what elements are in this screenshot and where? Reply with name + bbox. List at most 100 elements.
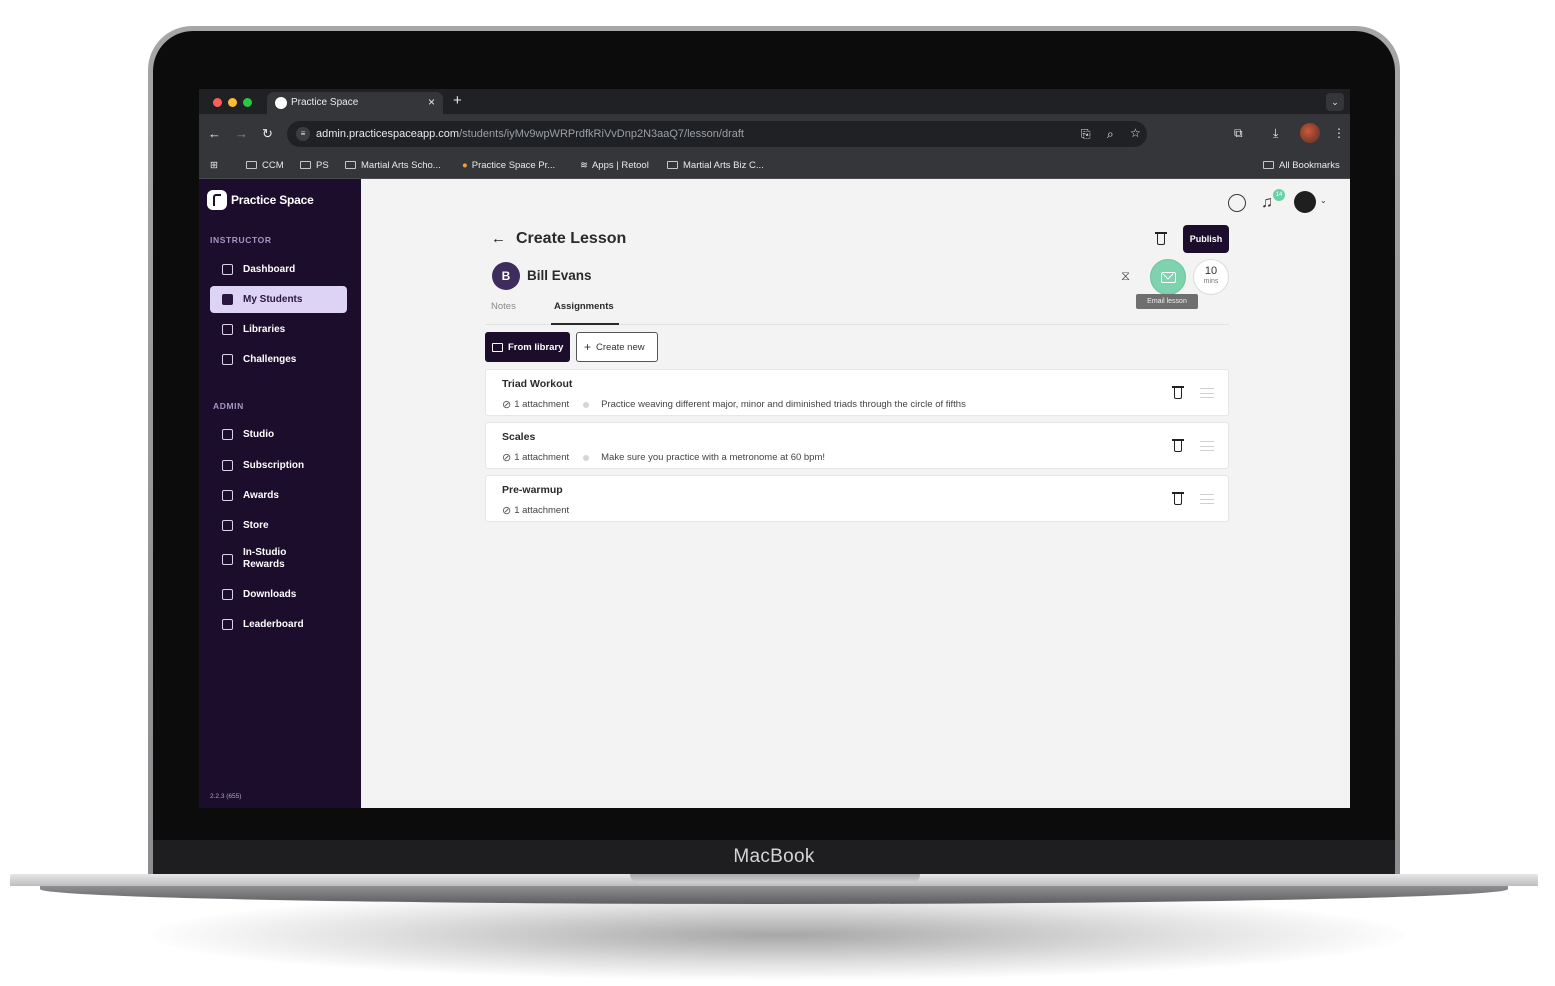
app: Practice Space INSTRUCTOR Dashboard My S… bbox=[199, 179, 1350, 808]
assignment-title: Scales bbox=[502, 431, 536, 443]
create-new-button[interactable]: + Create new bbox=[576, 332, 658, 362]
rewards-icon bbox=[222, 553, 233, 565]
sidebar-item-my-students[interactable]: My Students bbox=[210, 286, 347, 313]
assignment-meta: ⊘ 1 attachment Practice weaving differen… bbox=[502, 398, 966, 411]
tab-title: Practice Space bbox=[291, 97, 359, 108]
bookmark-star-icon[interactable]: ☆ bbox=[1130, 126, 1141, 140]
chevron-down-icon[interactable]: ⌄ bbox=[1320, 196, 1327, 205]
from-library-button[interactable]: From library bbox=[485, 332, 570, 362]
browser-tab-strip: Practice Space × + ⌄ bbox=[199, 89, 1350, 114]
folder-icon bbox=[667, 161, 678, 169]
trophy-icon bbox=[222, 490, 233, 501]
delete-assignment-icon[interactable] bbox=[1172, 491, 1184, 510]
downloads-icon bbox=[222, 589, 233, 600]
active-tab-indicator bbox=[551, 323, 619, 325]
sidebar-item-leaderboard[interactable]: Leaderboard bbox=[210, 611, 347, 638]
bookmark-martial-arts-school[interactable]: Martial Arts Scho... bbox=[345, 160, 441, 171]
screen: Practice Space × + ⌄ ← → ↻ ≡ admin.pract… bbox=[199, 89, 1350, 808]
drag-handle-icon[interactable] bbox=[1200, 494, 1214, 504]
attachment-count: 1 attachment bbox=[514, 399, 570, 410]
tab-notes[interactable]: Notes bbox=[491, 301, 516, 312]
delete-lesson-icon[interactable] bbox=[1155, 231, 1167, 250]
bookmark-practice-space[interactable]: ● Practice Space Pr... bbox=[462, 160, 555, 171]
attachment-count: 1 attachment bbox=[514, 452, 570, 463]
sidebar-item-libraries[interactable]: Libraries bbox=[210, 316, 347, 343]
subscription-icon bbox=[222, 460, 233, 471]
separator-dot bbox=[583, 454, 590, 461]
maximize-window-dot[interactable] bbox=[243, 98, 252, 107]
stage: MacBook Practice Space × + ⌄ ← → ↻ ≡ adm… bbox=[0, 0, 1555, 986]
sidebar-item-dashboard[interactable]: Dashboard bbox=[210, 256, 347, 283]
minimize-window-dot[interactable] bbox=[228, 98, 237, 107]
drag-handle-icon[interactable] bbox=[1200, 441, 1214, 451]
brand-name: Practice Space bbox=[231, 193, 314, 207]
tab-close-icon[interactable]: × bbox=[428, 95, 435, 109]
students-icon bbox=[222, 294, 233, 305]
site-settings-icon[interactable]: ≡ bbox=[296, 127, 310, 141]
reload-icon[interactable]: ↻ bbox=[262, 126, 273, 142]
back-nav-icon[interactable]: ← bbox=[208, 126, 221, 141]
assignment-card[interactable]: Triad Workout ⊘ 1 attachment Practice we… bbox=[485, 369, 1229, 416]
folder-icon bbox=[246, 161, 257, 169]
bookmark-apps-retool[interactable]: ≋ Apps | Retool bbox=[580, 160, 649, 171]
assignment-card[interactable]: Scales ⊘ 1 attachment Make sure you prac… bbox=[485, 422, 1229, 469]
address-bar[interactable]: ≡ admin.practicespaceapp.com/students/iy… bbox=[287, 121, 1147, 147]
bookmark-ccm[interactable]: CCM bbox=[246, 160, 284, 171]
sidebar-item-downloads[interactable]: Downloads bbox=[210, 581, 347, 608]
chat-icon[interactable] bbox=[1228, 194, 1246, 212]
delete-assignment-icon[interactable] bbox=[1172, 385, 1184, 404]
download-icon[interactable]: ⤓ bbox=[1273, 126, 1278, 141]
macbook-label: MacBook bbox=[733, 846, 815, 867]
assignment-card[interactable]: Pre-warmup ⊘ 1 attachment bbox=[485, 475, 1229, 522]
browser-menu-icon[interactable]: ⋮ bbox=[1333, 126, 1345, 140]
app-version: 2.2.3 (655) bbox=[210, 793, 242, 800]
profile-avatar[interactable] bbox=[1300, 123, 1320, 143]
install-app-icon[interactable]: ⎘ bbox=[1081, 127, 1091, 142]
sidebar-item-subscription[interactable]: Subscription bbox=[210, 452, 347, 479]
folder-icon bbox=[300, 161, 311, 169]
attachment-count: 1 attachment bbox=[514, 505, 570, 516]
folder-icon bbox=[1263, 161, 1274, 169]
browser-toolbar: ← → ↻ ≡ admin.practicespaceapp.com/stude… bbox=[199, 114, 1350, 154]
sidebar-item-store[interactable]: Store bbox=[210, 512, 347, 539]
extensions-icon[interactable]: ⧉ bbox=[1234, 126, 1243, 141]
apps-grid-icon[interactable]: ⊞ bbox=[210, 160, 218, 171]
all-bookmarks[interactable]: All Bookmarks bbox=[1263, 160, 1340, 171]
browser-tab[interactable]: Practice Space × bbox=[267, 92, 443, 114]
bookmark-ps[interactable]: PS bbox=[300, 160, 329, 171]
notification-badge: 14 bbox=[1273, 189, 1285, 201]
flame-icon: ● bbox=[462, 160, 468, 171]
assignment-note: Make sure you practice with a metronome … bbox=[601, 452, 826, 463]
metronome-icon[interactable]: ⧖ bbox=[1121, 268, 1130, 284]
assignment-title: Triad Workout bbox=[502, 378, 573, 390]
drag-handle-icon[interactable] bbox=[1200, 388, 1214, 398]
close-window-dot[interactable] bbox=[213, 98, 222, 107]
url-text[interactable]: admin.practicespaceapp.com/students/iyMv… bbox=[316, 128, 744, 140]
page-title: Create Lesson bbox=[516, 230, 627, 247]
folder-icon bbox=[222, 324, 233, 335]
assignment-meta: ⊘ 1 attachment bbox=[502, 504, 569, 517]
folder-icon bbox=[492, 342, 503, 352]
brand[interactable]: Practice Space bbox=[207, 189, 314, 211]
plus-icon: + bbox=[584, 340, 592, 354]
new-tab-icon[interactable]: + bbox=[453, 92, 462, 109]
zoom-icon[interactable]: ⌕ bbox=[1107, 127, 1114, 142]
retool-icon: ≋ bbox=[580, 160, 588, 171]
leaderboard-icon bbox=[222, 619, 233, 630]
account-avatar-icon[interactable] bbox=[1294, 191, 1316, 213]
back-arrow-icon[interactable]: ← bbox=[491, 230, 506, 247]
tab-search-icon[interactable]: ⌄ bbox=[1326, 93, 1344, 111]
forward-nav-icon[interactable]: → bbox=[235, 126, 248, 141]
assignment-meta: ⊘ 1 attachment Make sure you practice wi… bbox=[502, 451, 825, 464]
sidebar-item-in-studio-rewards[interactable]: In-Studio Rewards bbox=[210, 543, 347, 575]
delete-assignment-icon[interactable] bbox=[1172, 438, 1184, 457]
tab-assignments[interactable]: Assignments bbox=[554, 301, 614, 312]
sidebar-item-awards[interactable]: Awards bbox=[210, 482, 347, 509]
assignment-note: Practice weaving different major, minor … bbox=[601, 399, 966, 410]
challenges-icon bbox=[222, 354, 233, 365]
sidebar-item-challenges[interactable]: Challenges bbox=[210, 346, 347, 373]
sidebar-item-studio[interactable]: Studio bbox=[210, 421, 347, 448]
instructor-section-label: INSTRUCTOR bbox=[210, 235, 272, 245]
bookmark-martial-arts-biz[interactable]: Martial Arts Biz C... bbox=[667, 160, 764, 171]
publish-button[interactable]: Publish bbox=[1183, 225, 1229, 253]
